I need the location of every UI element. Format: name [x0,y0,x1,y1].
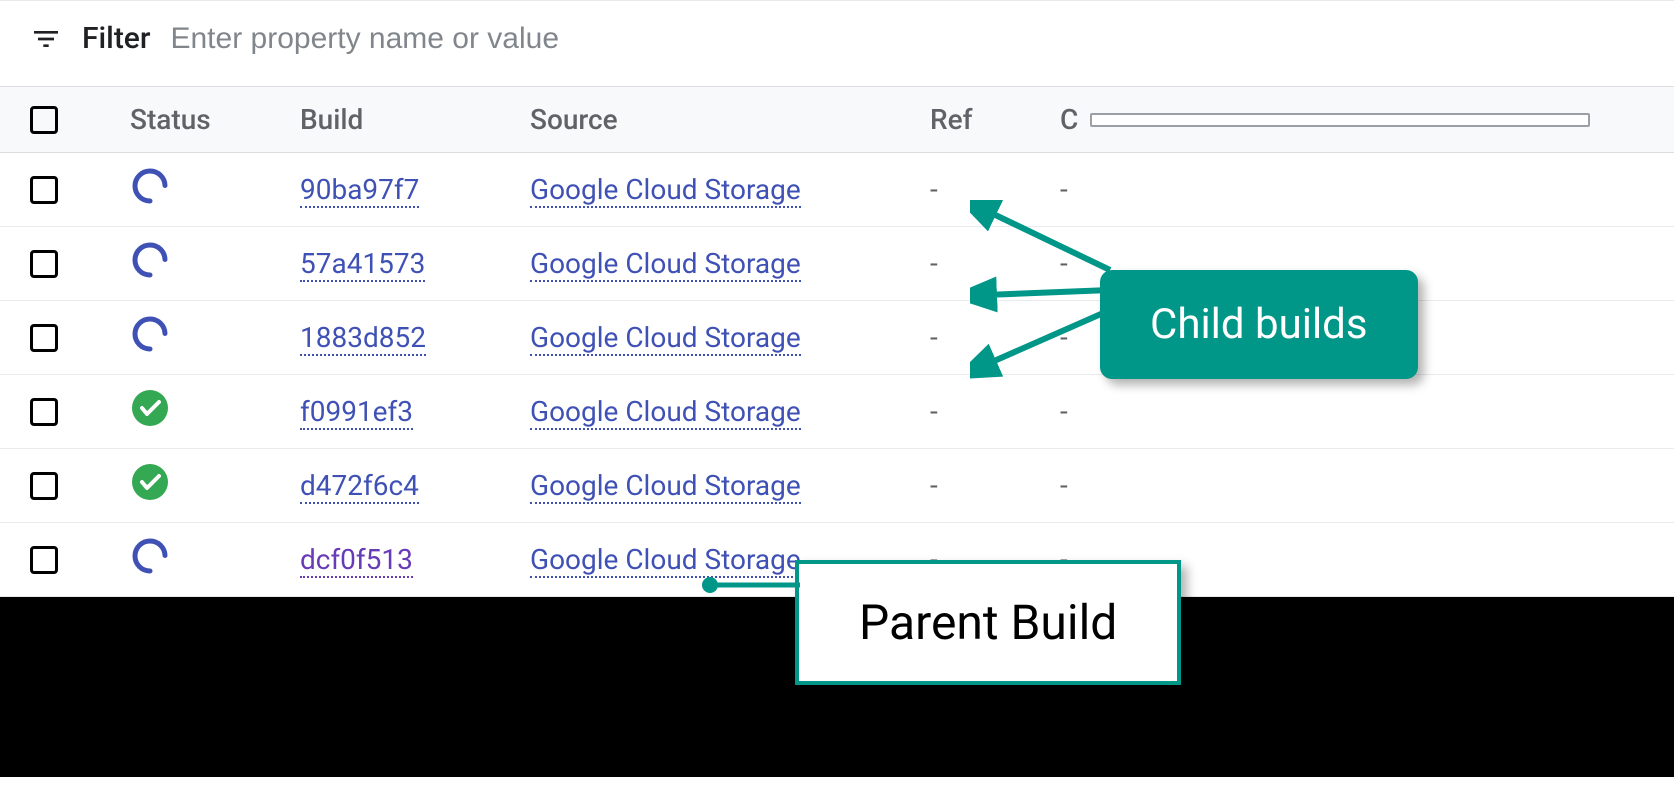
row-checkbox[interactable] [30,176,58,204]
source-link[interactable]: Google Cloud Storage [530,247,801,282]
source-link[interactable]: Google Cloud Storage [530,173,801,208]
build-link[interactable]: f0991ef3 [300,395,413,430]
source-link[interactable]: Google Cloud Storage [530,469,801,504]
header-source[interactable]: Source [530,103,930,136]
row-checkbox[interactable] [30,398,58,426]
select-all-checkbox[interactable] [30,106,58,134]
table-row: 90ba97f7Google Cloud Storage-- [0,153,1674,227]
build-link[interactable]: 90ba97f7 [300,173,419,208]
row-checkbox[interactable] [30,324,58,352]
table-row: f0991ef3Google Cloud Storage-- [0,375,1674,449]
callout-line-icon [700,570,810,600]
filter-icon [30,23,62,55]
check-circle-icon [130,388,170,428]
row-checkbox[interactable] [30,250,58,278]
callout-child-builds: Child builds [1100,270,1418,379]
table-row: 1883d852Google Cloud Storage-- [0,301,1674,375]
row-checkbox[interactable] [30,472,58,500]
filter-label: Filter [82,21,150,56]
check-circle-icon [130,462,170,502]
header-ref[interactable]: Ref [930,103,1060,136]
callout-parent-label: Parent Build [859,594,1117,651]
commit-value: - [1060,469,1068,502]
header-build[interactable]: Build [300,103,530,136]
spinner-icon [130,240,170,280]
filter-bar: Filter [0,0,1674,86]
header-commit[interactable]: C [1060,103,1160,136]
build-link[interactable]: d472f6c4 [300,469,419,504]
horizontal-scrollbar[interactable] [1090,113,1590,127]
row-checkbox[interactable] [30,546,58,574]
spinner-icon [130,166,170,206]
table-header: Status Build Source Ref C [0,86,1674,153]
ref-value: - [930,247,938,280]
callout-child-label: Child builds [1150,300,1368,349]
build-link[interactable]: 1883d852 [300,321,426,356]
callout-parent-build: Parent Build [795,560,1181,685]
spinner-icon [130,536,170,576]
ref-value: - [930,395,938,428]
source-link[interactable]: Google Cloud Storage [530,321,801,356]
table-row: 57a41573Google Cloud Storage-- [0,227,1674,301]
ref-value: - [930,321,938,354]
ref-value: - [930,469,938,502]
filter-input[interactable] [170,22,1644,56]
spinner-icon [130,314,170,354]
build-link[interactable]: 57a41573 [300,247,425,282]
ref-value: - [930,173,938,206]
source-link[interactable]: Google Cloud Storage [530,395,801,430]
build-link[interactable]: dcf0f513 [300,543,413,578]
table-row: d472f6c4 Google Cloud Storage - - [0,449,1674,523]
header-status[interactable]: Status [130,103,300,136]
